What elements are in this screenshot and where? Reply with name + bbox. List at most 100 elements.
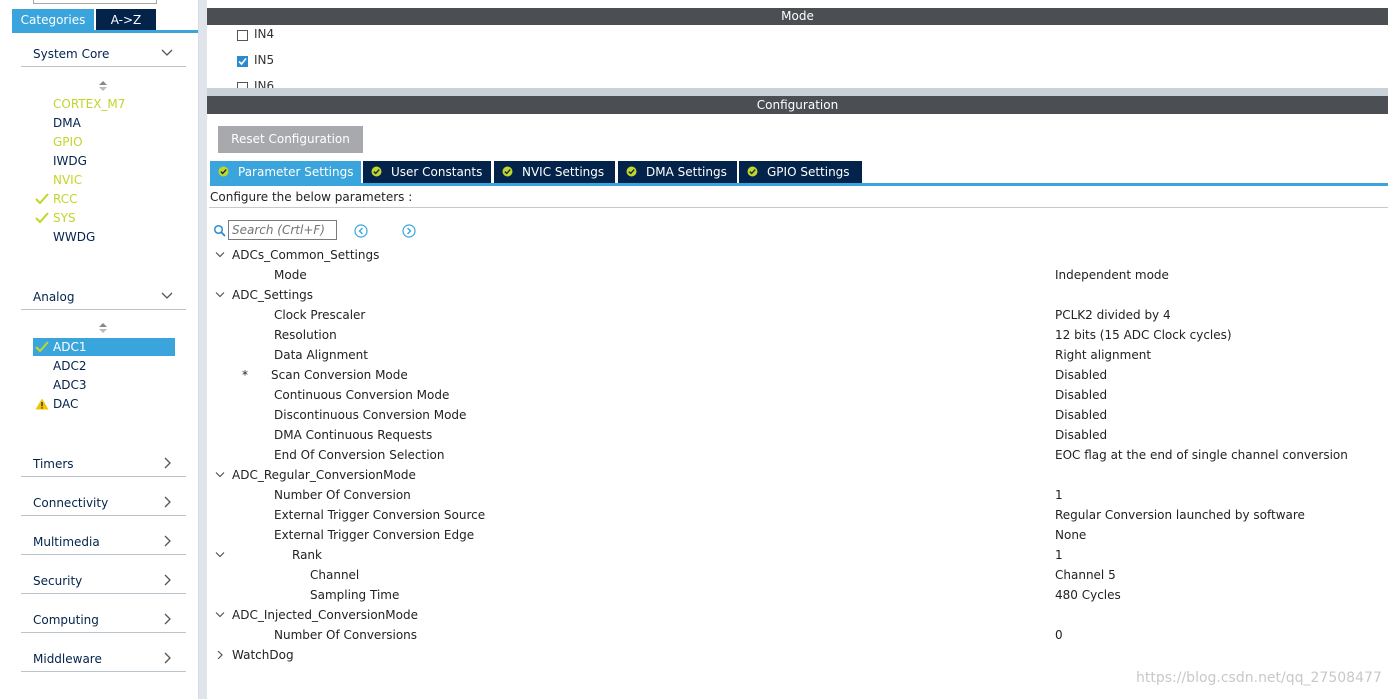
check-icon — [35, 212, 49, 224]
chevron-down-icon — [161, 49, 173, 56]
parameter-row[interactable]: Sampling Time 480 Cycles — [210, 585, 1388, 605]
reset-configuration-button[interactable]: Reset Configuration — [218, 126, 363, 153]
parameter-value[interactable]: 1 — [1055, 485, 1063, 505]
chevron-down-icon[interactable] — [215, 471, 225, 479]
parameter-value[interactable]: Disabled — [1055, 385, 1107, 405]
parameter-value[interactable]: PCLK2 divided by 4 — [1055, 305, 1171, 325]
sidebar-item-rcc[interactable]: RCC — [33, 190, 175, 208]
sidebar-item-dma[interactable]: DMA — [33, 114, 175, 132]
parameter-row[interactable]: Resolution 12 bits (15 ADC Clock cycles) — [210, 325, 1388, 345]
sidebar-item-adc1[interactable]: ADC1 — [33, 338, 175, 356]
parameter-value[interactable]: Disabled — [1055, 365, 1107, 385]
parameter-row[interactable]: Data Alignment Right alignment — [210, 345, 1388, 365]
parameter-name: ADC_Regular_ConversionMode — [232, 468, 416, 482]
sidebar-splitter[interactable] — [199, 0, 207, 699]
channel-checkbox-in5[interactable] — [237, 56, 248, 67]
parameter-group-row[interactable]: Rank 1 — [210, 545, 1388, 565]
chevron-down-icon[interactable] — [215, 551, 225, 559]
sidebar-item-sys[interactable]: SYS — [33, 209, 175, 227]
tab-gpio-settings[interactable]: GPIO Settings — [739, 161, 862, 183]
parameter-name: Sampling Time — [310, 588, 400, 602]
tab-label: Parameter Settings — [238, 165, 354, 179]
sidebar-item-wwdg[interactable]: WWDG — [33, 228, 175, 246]
parameter-value[interactable]: Channel 5 — [1055, 565, 1116, 585]
sort-arrows-icon[interactable] — [98, 79, 108, 93]
group-connectivity[interactable]: Connectivity — [21, 494, 186, 516]
parameter-value[interactable]: Right alignment — [1055, 345, 1151, 365]
parameter-row[interactable]: DMA Continuous Requests Disabled — [210, 425, 1388, 445]
group-system-core[interactable]: System Core — [21, 45, 186, 67]
chevron-down-icon[interactable] — [215, 611, 225, 619]
parameter-row[interactable]: Channel Channel 5 — [210, 565, 1388, 585]
chevron-right-icon — [164, 535, 171, 547]
channel-label: IN4 — [254, 27, 275, 41]
channel-checkbox-in4[interactable] — [237, 30, 248, 41]
watermark-text: https://blog.csdn.net/qq_27508477 — [1136, 670, 1382, 686]
sidebar-item-gpio[interactable]: GPIO — [33, 133, 175, 151]
parameter-value[interactable]: 12 bits (15 ADC Clock cycles) — [1055, 325, 1232, 345]
sidebar-search-input[interactable] — [33, 0, 157, 4]
sidebar-item-adc3[interactable]: ADC3 — [33, 376, 175, 394]
parameter-search-input[interactable] — [228, 220, 337, 240]
chevron-down-icon[interactable] — [215, 291, 225, 299]
tab-parameter-settings[interactable]: Parameter Settings — [210, 161, 361, 183]
panel-splitter[interactable] — [207, 88, 1388, 96]
parameter-row[interactable]: Number Of Conversions 0 — [210, 625, 1388, 645]
tab-nvic-settings[interactable]: NVIC Settings — [494, 161, 615, 183]
parameter-row[interactable]: External Trigger Conversion Edge None — [210, 525, 1388, 545]
sort-arrows-icon[interactable] — [98, 321, 108, 335]
sidebar-item-label: RCC — [53, 192, 78, 206]
group-middleware[interactable]: Middleware — [21, 650, 186, 672]
group-timers[interactable]: Timers — [21, 455, 186, 477]
previous-match-icon[interactable] — [354, 224, 368, 238]
tab-user-constants[interactable]: User Constants — [363, 161, 491, 183]
tab-categories[interactable]: Categories — [12, 9, 94, 31]
parameter-value[interactable]: Independent mode — [1055, 265, 1169, 285]
parameter-row[interactable]: External Trigger Conversion Source Regula… — [210, 505, 1388, 525]
parameter-value[interactable]: 480 Cycles — [1055, 585, 1121, 605]
next-match-icon[interactable] — [402, 224, 416, 238]
parameter-name: ADC_Settings — [232, 288, 314, 302]
parameter-group-row[interactable]: WatchDog — [210, 645, 1388, 665]
sidebar-item-nvic[interactable]: NVIC — [33, 171, 175, 189]
group-computing[interactable]: Computing — [21, 611, 186, 633]
parameter-value[interactable]: Regular Conversion launched by software — [1055, 505, 1305, 525]
parameter-name: DMA Continuous Requests — [274, 428, 433, 442]
check-circle-icon — [747, 166, 758, 177]
parameter-group-row[interactable]: ADC_Settings — [210, 285, 1388, 305]
parameter-row[interactable]: End Of Conversion Selection EOC flag at t… — [210, 445, 1388, 465]
parameter-value[interactable]: EOC flag at the end of single channel co… — [1055, 445, 1348, 465]
parameter-value[interactable]: None — [1055, 525, 1086, 545]
group-multimedia[interactable]: Multimedia — [21, 533, 186, 555]
chevron-down-icon[interactable] — [215, 251, 225, 259]
parameter-row[interactable]: Discontinuous Conversion Mode Disabled — [210, 405, 1388, 425]
group-label: Analog — [33, 290, 75, 304]
sidebar-item-dac[interactable]: DAC — [33, 395, 175, 413]
check-circle-icon — [502, 166, 513, 177]
tab-dma-settings[interactable]: DMA Settings — [618, 161, 737, 183]
parameter-value[interactable]: Disabled — [1055, 405, 1107, 425]
parameter-group-row[interactable]: ADCs_Common_Settings — [210, 245, 1388, 265]
parameter-row[interactable]: Continuous Conversion Mode Disabled — [210, 385, 1388, 405]
channel-label: IN6 — [254, 79, 275, 88]
parameter-value[interactable]: 1 — [1055, 545, 1063, 565]
parameter-value[interactable]: Disabled — [1055, 425, 1107, 445]
group-label: Connectivity — [33, 496, 109, 510]
parameter-group-row[interactable]: ADC_Injected_ConversionMode — [210, 605, 1388, 625]
sidebar-item-cortex-m7[interactable]: CORTEX_M7 — [33, 95, 175, 113]
chevron-right-icon — [164, 457, 171, 469]
parameter-row[interactable]: Mode Independent mode — [210, 265, 1388, 285]
group-analog[interactable]: Analog — [21, 288, 186, 310]
parameter-row[interactable]: Number Of Conversion 1 — [210, 485, 1388, 505]
group-security[interactable]: Security — [21, 572, 186, 594]
parameter-value[interactable]: 0 — [1055, 625, 1063, 645]
chevron-right-icon — [164, 652, 171, 664]
tab-a-to-z[interactable]: A->Z — [96, 9, 156, 31]
parameter-group-row[interactable]: ADC_Regular_ConversionMode — [210, 465, 1388, 485]
parameter-name: Clock Prescaler — [274, 308, 366, 322]
chevron-right-icon[interactable] — [215, 651, 225, 659]
sidebar-item-adc2[interactable]: ADC2 — [33, 357, 175, 375]
parameter-row[interactable]: * Scan Conversion Mode Disabled — [210, 365, 1388, 385]
parameter-row[interactable]: Clock Prescaler PCLK2 divided by 4 — [210, 305, 1388, 325]
sidebar-item-iwdg[interactable]: IWDG — [33, 152, 175, 170]
